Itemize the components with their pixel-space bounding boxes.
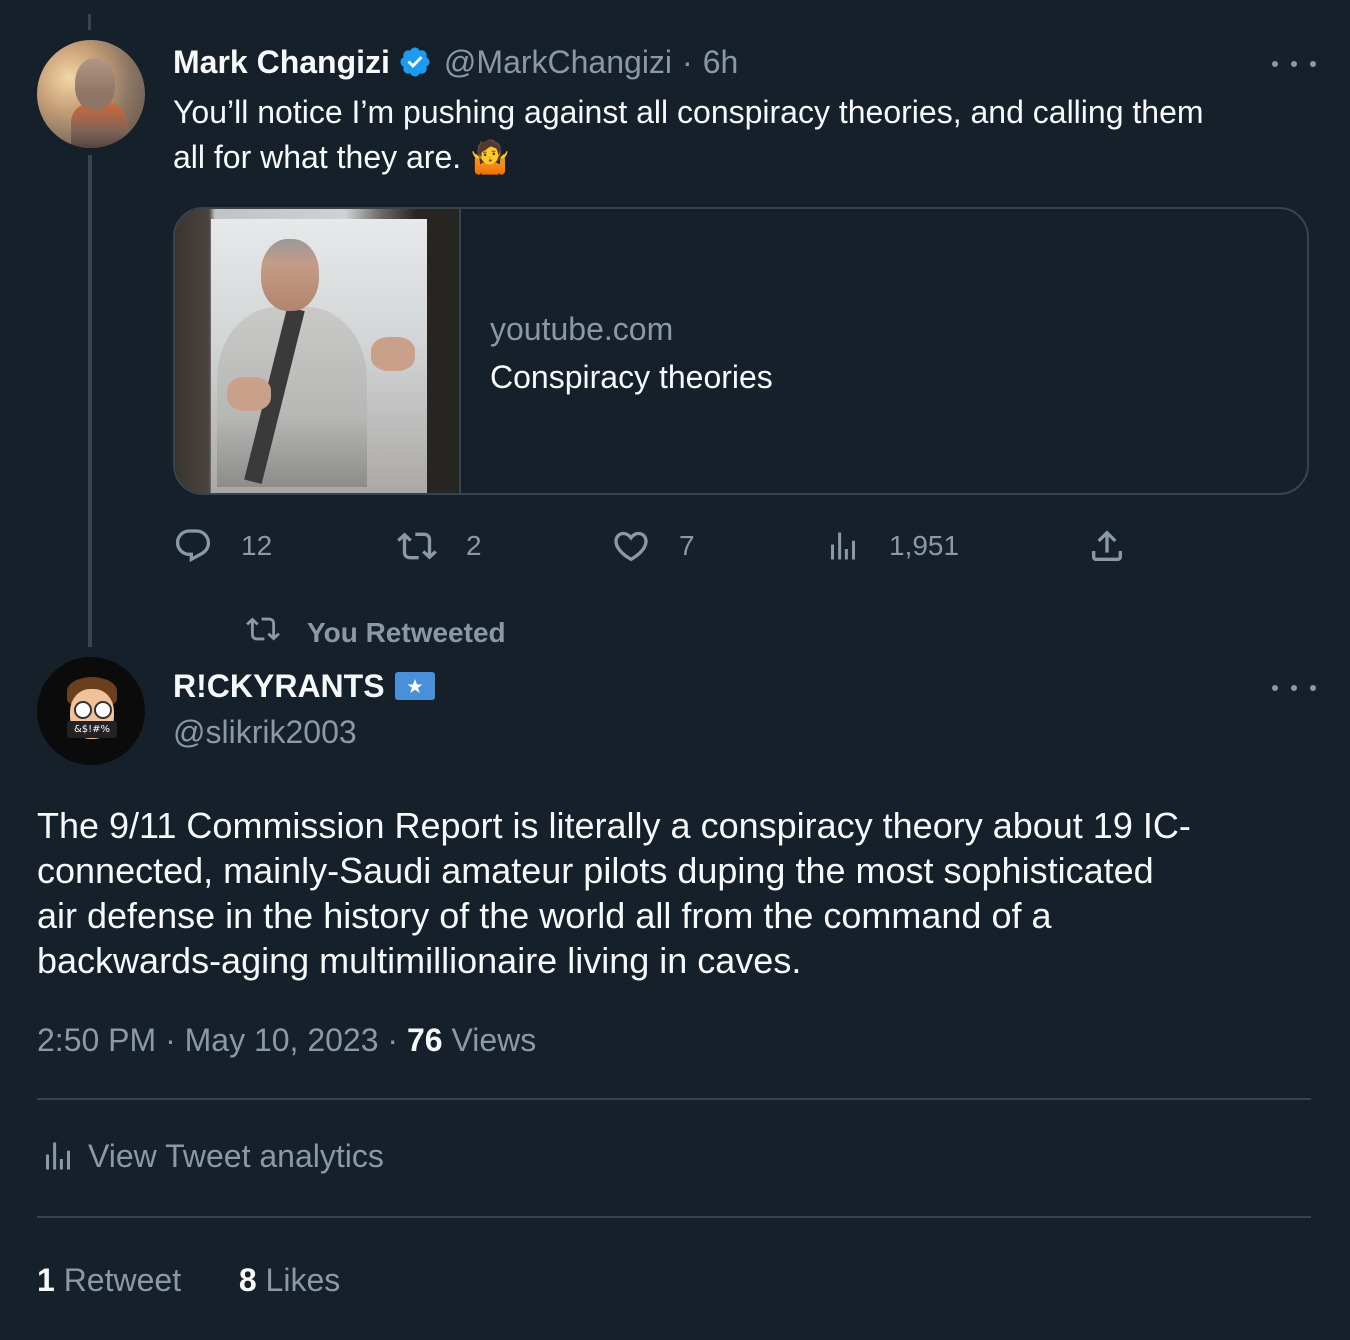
likes-stat-label: Likes (265, 1262, 341, 1298)
like-icon (611, 526, 651, 566)
analytics-label: View Tweet analytics (88, 1137, 384, 1174)
share-button[interactable] (1087, 526, 1127, 566)
author-name[interactable]: Mark Changizi (173, 42, 390, 82)
thread-line-top (88, 14, 91, 30)
views-icon (825, 526, 861, 566)
tweet-text-line: You’ll notice I’m pushing against all co… (173, 94, 1204, 130)
avatar[interactable]: &$!#% (37, 657, 145, 765)
more-icon[interactable] (1272, 54, 1316, 74)
likes-stat[interactable]: 8 Likes (239, 1262, 340, 1298)
retweet-stat-count: 1 (37, 1262, 55, 1298)
tweet-text-line: The 9/11 Commission Report is literally … (37, 805, 1191, 846)
divider (37, 1216, 1311, 1218)
video-thumbnail (175, 209, 461, 493)
author-handle[interactable]: @MarkChangizi (444, 42, 672, 82)
likes-stat-count: 8 (238, 1262, 257, 1298)
reply-icon (173, 526, 213, 566)
retweet-stat-label: Retweet (63, 1262, 182, 1298)
tweet-time[interactable]: 6h (703, 42, 739, 82)
tweet-text-line: all for what they are. 🤷 (173, 139, 510, 175)
timestamp-date[interactable]: May 10, 2023 (185, 1022, 379, 1058)
engagement-stats: 1 Retweet 8 Likes (37, 1258, 340, 1302)
more-icon[interactable] (1272, 678, 1316, 698)
views-label: Views (451, 1022, 537, 1058)
link-card[interactable]: youtube.com Conspiracy theories (173, 207, 1309, 495)
analytics-icon (40, 1136, 76, 1176)
retweet-icon (245, 612, 281, 653)
retweet-icon (396, 526, 438, 566)
separator-dot: · (682, 44, 693, 80)
thread-line (88, 155, 92, 647)
retweet-button[interactable]: 2 (396, 526, 482, 566)
avatar-mask-text: &$!#% (67, 721, 117, 738)
views-button[interactable]: 1,951 (825, 526, 959, 566)
card-domain: youtube.com (490, 311, 674, 347)
retweet-context: You Retweeted (245, 612, 506, 653)
tweet-text-line: backwards-aging multimillionaire living … (37, 940, 802, 981)
timestamp-time[interactable]: 2:50 PM (37, 1022, 156, 1058)
verified-badge-icon (398, 45, 432, 79)
retweet-context-label[interactable]: You Retweeted (307, 617, 506, 649)
reply-count: 12 (241, 530, 273, 561)
star-badge-icon (394, 672, 435, 700)
retweet-count: 2 (466, 530, 482, 561)
tweet-text-line: air defense in the history of the world … (37, 895, 1052, 936)
views-count: 76 (406, 1022, 443, 1058)
retweet-stat[interactable]: 1 Retweet (37, 1262, 190, 1298)
like-count: 7 (679, 530, 695, 561)
tweet-text-line: connected, mainly-Saudi amateur pilots d… (37, 850, 1154, 891)
share-icon (1087, 526, 1127, 566)
card-title: Conspiracy theories (490, 359, 773, 395)
tweet-text: You’ll notice I’m pushing against all co… (173, 90, 1323, 180)
tweet-text: The 9/11 Commission Report is literally … (37, 803, 1327, 983)
like-button[interactable]: 7 (611, 526, 695, 566)
tweet-timestamp: 2:50 PM · May 10, 2023 · 76 Views (37, 1022, 537, 1058)
analytics-link[interactable]: View Tweet analytics (40, 1136, 384, 1176)
author-handle[interactable]: @slikrik2003 (173, 712, 357, 752)
tweet-header: R!CKYRANTS (173, 666, 435, 706)
views-count: 1,951 (889, 530, 960, 561)
tweet-header: Mark Changizi @MarkChangizi · 6h (173, 42, 738, 82)
divider (37, 1098, 1311, 1100)
author-name[interactable]: R!CKYRANTS (173, 666, 385, 706)
reply-button[interactable]: 12 (173, 526, 272, 566)
avatar[interactable] (37, 40, 145, 148)
